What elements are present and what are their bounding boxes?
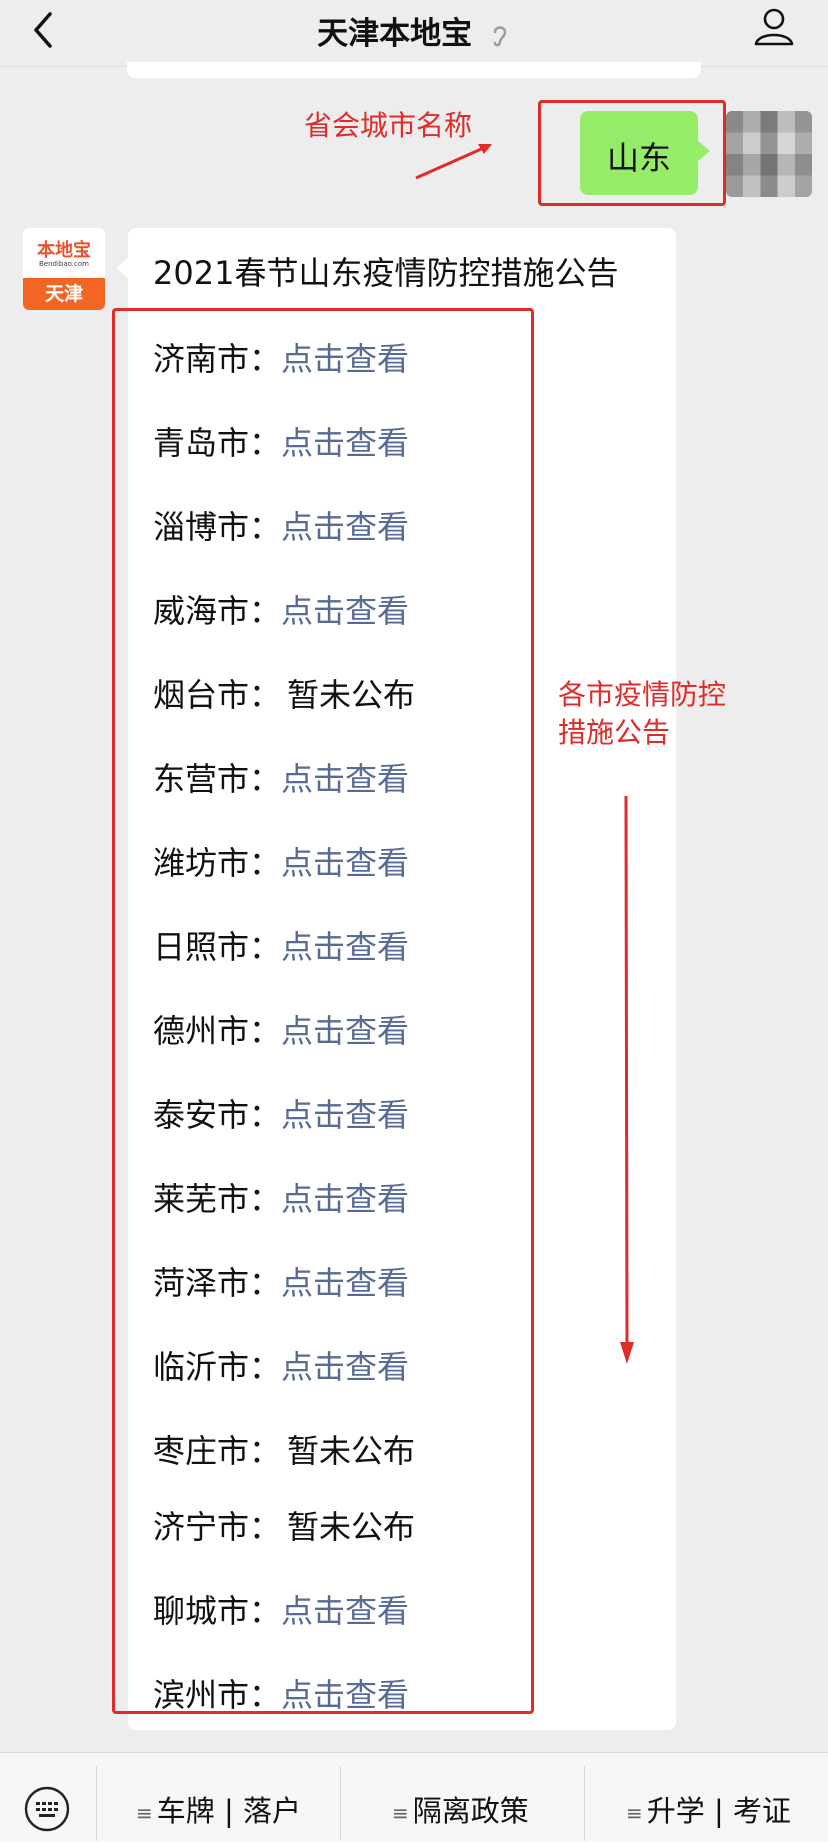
user-avatar[interactable] [726, 111, 812, 197]
keyboard-icon[interactable] [24, 1786, 70, 1832]
previous-message-bubble [127, 62, 701, 78]
menu-item-education[interactable]: ≡ 升学 | 考证 [626, 1788, 791, 1830]
menu-list-icon: ≡ [136, 1801, 153, 1825]
menu-item-quarantine[interactable]: ≡ 隔离政策 [392, 1788, 529, 1830]
menu-divider [340, 1766, 341, 1841]
bendibao-logo-avatar[interactable]: 本地宝 Bendibao.com 天津 [23, 228, 105, 310]
page-title: 天津本地宝 [0, 8, 828, 53]
page-title-text: 天津本地宝 [317, 16, 473, 52]
menu-list-icon: ≡ [392, 1801, 409, 1825]
logo-city-text: 天津 [23, 278, 105, 310]
menu-item-plate[interactable]: ≡ 车牌 | 落户 [136, 1788, 301, 1830]
annotation-box-city-list [112, 308, 534, 1714]
annotation-down-arrow-icon [620, 795, 634, 1364]
menu-item-label: 车牌 | 落户 [156, 1794, 301, 1828]
annotation-list-label-line2: 措施公告 [558, 716, 671, 749]
menu-divider [584, 1766, 585, 1841]
annotation-box-sent-message [538, 100, 726, 206]
logo-sub-text: Bendibao.com [38, 260, 89, 268]
menu-item-label: 升学 | 考证 [646, 1794, 791, 1828]
annotation-list-label-line1: 各市疫情防控 [558, 678, 727, 711]
user-profile-icon[interactable] [752, 4, 796, 48]
menu-divider [96, 1766, 97, 1841]
logo-brand-text: 本地宝 [37, 240, 91, 261]
menu-item-label: 隔离政策 [412, 1794, 529, 1828]
received-message-title: 2021春节山东疫情防控措施公告 [153, 254, 619, 292]
menu-list-icon: ≡ [626, 1801, 643, 1825]
annotation-arrow-icon [415, 144, 492, 180]
ear-icon [493, 25, 507, 46]
annotation-list-label: 各市疫情防控 措施公告 [558, 676, 738, 752]
